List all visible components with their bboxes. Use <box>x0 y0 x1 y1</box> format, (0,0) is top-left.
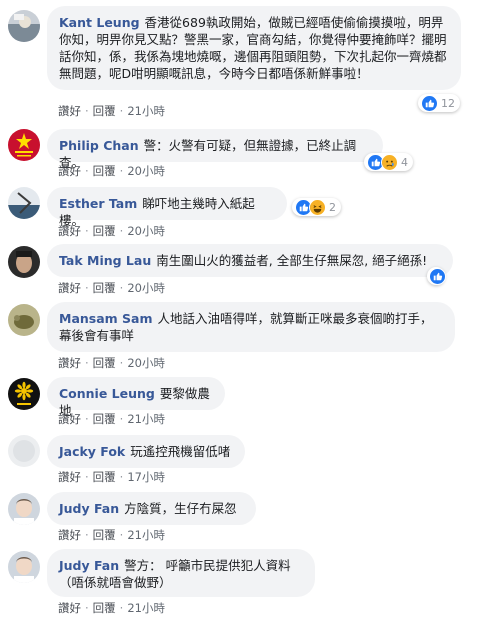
comment-actions: 讚好 · 回覆 · 21小時 <box>58 104 165 118</box>
comment-actions: 讚好 · 回覆 · 21小時 <box>58 601 165 615</box>
comment-bubble: Judy Fan 方陰質，生仔冇屎忽 <box>47 492 256 525</box>
comment-actions: 讚好 · 回覆 · 21小時 <box>58 528 165 542</box>
comment-bubble: Jacky Fok 玩遙控飛機留低啫 <box>47 435 245 468</box>
reaction-summary[interactable] <box>427 267 446 285</box>
comment-text: 方陰質，生仔冇屎忽 <box>124 501 237 516</box>
comment-text: 南生圍山火的獲益者, 全部生仔無屎忽, 絕子絕孫! <box>156 253 428 268</box>
comment-author[interactable]: Connie Leung <box>59 386 155 401</box>
reply-link[interactable]: 回覆 <box>93 470 116 484</box>
like-link[interactable]: 讚好 <box>58 412 81 426</box>
like-link[interactable]: 讚好 <box>58 356 81 370</box>
comment-author[interactable]: Jacky Fok <box>59 444 125 459</box>
comment-author[interactable]: Philip Chan <box>59 138 139 153</box>
comment-author[interactable]: Tak Ming Lau <box>59 253 151 268</box>
like-link[interactable]: 讚好 <box>58 164 81 178</box>
comment-time[interactable]: 21小時 <box>127 601 165 615</box>
comment-bubble: Judy Fan 警方： 呼籲市民提供犯人資料 （唔係就唔會做野） <box>47 549 315 597</box>
reaction-count: 2 <box>329 200 336 214</box>
comment-actions: 讚好 · 回覆 · 20小時 <box>58 224 165 238</box>
comment-time[interactable]: 20小時 <box>127 356 165 370</box>
reply-link[interactable]: 回覆 <box>93 104 116 118</box>
comment-actions: 讚好 · 回覆 · 17小時 <box>58 470 165 484</box>
like-link[interactable]: 讚好 <box>58 470 81 484</box>
avatar[interactable] <box>8 304 40 336</box>
reaction-summary[interactable]: 2 <box>292 198 341 216</box>
reply-link[interactable]: 回覆 <box>93 281 116 295</box>
comment-actions: 讚好 · 回覆 · 21小時 <box>58 412 165 426</box>
comment-bubble: Connie Leung 要黎做農地 <box>47 377 225 418</box>
comment-author[interactable]: Judy Fan <box>59 558 119 573</box>
reaction-count: 4 <box>401 155 408 169</box>
comment-time[interactable]: 17小時 <box>127 470 165 484</box>
comment-author[interactable]: Judy Fan <box>59 501 119 516</box>
like-icon <box>421 94 438 112</box>
reply-link[interactable]: 回覆 <box>93 601 116 615</box>
avatar[interactable] <box>8 10 40 42</box>
comment-time[interactable]: 21小時 <box>127 412 165 426</box>
reply-link[interactable]: 回覆 <box>93 412 116 426</box>
reaction-summary[interactable]: 4 <box>364 153 413 171</box>
comment-bubble: Philip Chan 警：火警有可疑，但無證據，已終止調查。 <box>47 129 383 170</box>
avatar[interactable] <box>8 129 40 161</box>
avatar[interactable] <box>8 378 40 410</box>
reaction-summary[interactable]: 12 <box>418 94 460 112</box>
comment-actions: 讚好 · 回覆 · 20小時 <box>58 356 165 370</box>
comment-text: 玩遙控飛機留低啫 <box>130 444 231 459</box>
comment-author[interactable]: Esther Tam <box>59 196 137 211</box>
like-link[interactable]: 讚好 <box>58 528 81 542</box>
like-icon <box>429 267 446 285</box>
comment-actions: 讚好 · 回覆 · 20小時 <box>58 164 165 178</box>
comment-bubble: Esther Tam 睇吓地主幾時入紙起樓。 <box>47 187 287 228</box>
comment-actions: 讚好 · 回覆 · 20小時 <box>58 281 165 295</box>
like-link[interactable]: 讚好 <box>58 224 81 238</box>
avatar[interactable] <box>8 551 40 583</box>
like-link[interactable]: 讚好 <box>58 104 81 118</box>
comment-bubble: Kant Leung 香港從689執政開始，做賊已經唔使偷偷摸摸啦，明畀你知，明畀… <box>47 6 461 90</box>
avatar[interactable] <box>8 493 40 525</box>
comment-time[interactable]: 20小時 <box>127 164 165 178</box>
reply-link[interactable]: 回覆 <box>93 164 116 178</box>
comment-time[interactable]: 20小時 <box>127 224 165 238</box>
like-link[interactable]: 讚好 <box>58 601 81 615</box>
avatar[interactable] <box>8 187 40 219</box>
comment-time[interactable]: 21小時 <box>127 528 165 542</box>
comment-author[interactable]: Mansam Sam <box>59 311 153 326</box>
haha-icon <box>309 198 326 216</box>
avatar[interactable] <box>8 435 40 467</box>
reply-link[interactable]: 回覆 <box>93 528 116 542</box>
comment-author[interactable]: Kant Leung <box>59 15 140 30</box>
reply-link[interactable]: 回覆 <box>93 224 116 238</box>
like-link[interactable]: 讚好 <box>58 281 81 295</box>
comment-bubble: Mansam Sam 人地話入油唔得咩，就算斷正咪最多衰個啲打手，幕後會有事咩 <box>47 302 455 352</box>
comment-time[interactable]: 20小時 <box>127 281 165 295</box>
reply-link[interactable]: 回覆 <box>93 356 116 370</box>
reaction-count: 12 <box>441 96 455 110</box>
comment-bubble: Tak Ming Lau 南生圍山火的獲益者, 全部生仔無屎忽, 絕子絕孫! <box>47 244 453 277</box>
avatar[interactable] <box>8 246 40 278</box>
sad-icon <box>381 153 398 171</box>
comment-time[interactable]: 21小時 <box>127 104 165 118</box>
